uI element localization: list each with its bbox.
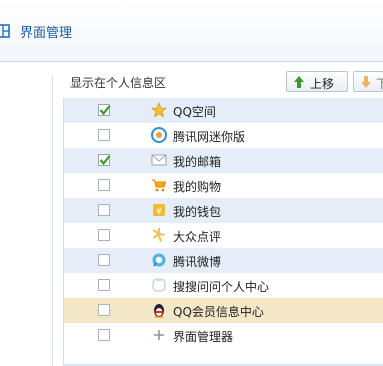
tencent-mini-icon: [151, 127, 167, 143]
plus-icon: [154, 330, 164, 340]
svg-text:¥: ¥: [156, 207, 162, 217]
item-label: QQ空间: [173, 105, 216, 119]
item-label: 搜搜问问个人中心: [173, 280, 270, 294]
list-item[interactable]: 我的购物: [64, 173, 383, 198]
title-bar: 界面管理: [0, 0, 383, 62]
list-item[interactable]: 搜搜问问个人中心: [64, 273, 383, 298]
list-item[interactable]: QQ会员信息中心: [64, 298, 383, 323]
arrow-up-icon: [294, 76, 304, 88]
list-item[interactable]: 大众点评: [64, 223, 383, 248]
display-items-list: QQ空间 腾讯网迷你版 我的邮箱 我的购物 ¥ 我的钱包 大众点评 腾讯微博 搜…: [63, 98, 383, 366]
item-checkbox[interactable]: [98, 179, 110, 191]
list-item[interactable]: 我的邮箱: [64, 148, 383, 173]
move-up-label: 上移: [310, 77, 335, 91]
list-item[interactable]: 腾讯微博: [64, 248, 383, 273]
qq-penguin-icon: [154, 304, 164, 318]
move-up-button[interactable]: 上移: [286, 71, 348, 92]
arrow-down-icon: [361, 76, 371, 88]
section-label: 显示在个人信息区: [70, 76, 167, 90]
weibo-icon: [152, 253, 166, 267]
item-label: 大众点评: [173, 230, 222, 244]
item-label: 我的购物: [173, 180, 222, 194]
wallet-icon: ¥: [153, 204, 165, 217]
left-panel: [0, 76, 53, 366]
item-checkbox[interactable]: [98, 104, 111, 116]
list-item[interactable]: 腾讯网迷你版: [64, 123, 383, 148]
item-checkbox[interactable]: [98, 279, 110, 291]
checkmark-icon: [99, 105, 111, 116]
item-label: 腾讯微博: [173, 255, 222, 269]
list-item[interactable]: QQ空间: [64, 98, 383, 123]
item-label: 界面管理器: [173, 330, 234, 344]
item-checkbox[interactable]: [98, 329, 110, 341]
mail-icon: [151, 154, 167, 166]
item-label: 我的钱包: [173, 205, 222, 219]
item-checkbox[interactable]: [98, 229, 110, 241]
item-checkbox[interactable]: [98, 154, 111, 166]
dianping-icon: [153, 228, 165, 242]
item-checkbox[interactable]: [98, 204, 110, 216]
move-down-label: 下: [376, 77, 383, 91]
soso-wenwen-icon: [152, 278, 166, 292]
item-label: QQ会员信息中心: [173, 305, 264, 319]
move-down-button[interactable]: 下: [353, 71, 383, 92]
item-checkbox[interactable]: [98, 304, 110, 316]
qzone-star-icon: [151, 102, 167, 118]
interface-manager-icon: [0, 24, 10, 38]
list-item[interactable]: 界面管理器: [64, 323, 383, 348]
shopping-cart-icon: [152, 179, 167, 192]
item-label: 腾讯网迷你版: [173, 130, 246, 144]
list-item[interactable]: ¥ 我的钱包: [64, 198, 383, 223]
item-checkbox[interactable]: [98, 254, 110, 266]
window-title: 界面管理: [20, 26, 73, 41]
item-checkbox[interactable]: [98, 129, 110, 141]
item-label: 我的邮箱: [173, 155, 222, 169]
checkmark-icon: [99, 155, 111, 166]
